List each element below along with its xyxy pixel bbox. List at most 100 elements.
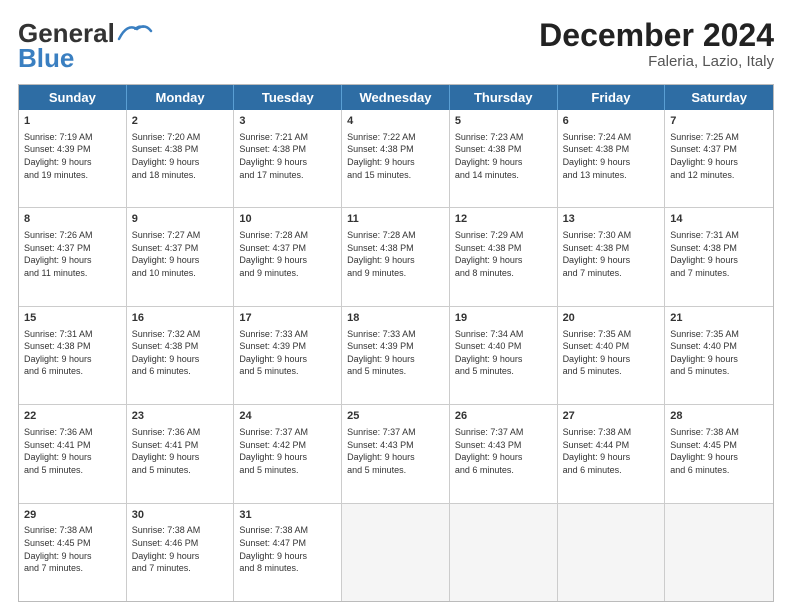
day-number: 2 xyxy=(132,114,229,129)
day-number: 26 xyxy=(455,409,552,424)
logo: General Blue xyxy=(18,18,153,74)
calendar-cell: 22 Sunrise: 7:36 AMSunset: 4:41 PMDayligh… xyxy=(19,405,127,502)
calendar-cell: 3 Sunrise: 7:21 AMSunset: 4:38 PMDaylight… xyxy=(234,110,342,207)
day-number: 3 xyxy=(239,114,336,129)
cell-text: Sunrise: 7:34 AMSunset: 4:40 PMDaylight:… xyxy=(455,328,552,378)
day-number: 1 xyxy=(24,114,121,129)
day-number: 12 xyxy=(455,212,552,227)
calendar-header-cell: Tuesday xyxy=(234,85,342,110)
calendar-cell xyxy=(558,504,666,601)
cell-text: Sunrise: 7:30 AMSunset: 4:38 PMDaylight:… xyxy=(563,229,660,279)
day-number: 20 xyxy=(563,311,660,326)
day-number: 17 xyxy=(239,311,336,326)
calendar-cell: 10Sunrise: 7:28 AMSunset: 4:37 PMDayligh… xyxy=(234,208,342,305)
calendar-cell: 19 Sunrise: 7:34 AMSunset: 4:40 PMDayligh… xyxy=(450,307,558,404)
page: General Blue December 2024 Faleria, Lazi… xyxy=(0,0,792,612)
calendar-header-cell: Sunday xyxy=(19,85,127,110)
cell-text: Sunrise: 7:19 AMSunset: 4:39 PMDaylight:… xyxy=(24,131,121,181)
calendar-body: 1 Sunrise: 7:19 AMSunset: 4:39 PMDaylight… xyxy=(19,110,773,601)
day-number: 21 xyxy=(670,311,768,326)
day-number: 10 xyxy=(239,212,336,227)
day-number: 18 xyxy=(347,311,444,326)
logo-blue: Blue xyxy=(18,43,74,74)
cell-text: Sunrise: 7:36 AMSunset: 4:41 PMDaylight:… xyxy=(24,426,121,476)
calendar-cell: 24 Sunrise: 7:37 AMSunset: 4:42 PMDayligh… xyxy=(234,405,342,502)
day-number: 25 xyxy=(347,409,444,424)
cell-text: Sunrise: 7:27 AMSunset: 4:37 PMDaylight:… xyxy=(132,229,229,279)
calendar-cell: 27 Sunrise: 7:38 AMSunset: 4:44 PMDayligh… xyxy=(558,405,666,502)
day-number: 14 xyxy=(670,212,768,227)
day-number: 19 xyxy=(455,311,552,326)
day-number: 4 xyxy=(347,114,444,129)
calendar-cell: 25 Sunrise: 7:37 AMSunset: 4:43 PMDayligh… xyxy=(342,405,450,502)
calendar-cell: 23Sunrise: 7:36 AMSunset: 4:41 PMDayligh… xyxy=(127,405,235,502)
logo-bird-icon xyxy=(117,21,153,43)
day-number: 6 xyxy=(563,114,660,129)
cell-text: Sunrise: 7:33 AMSunset: 4:39 PMDaylight:… xyxy=(239,328,336,378)
calendar: SundayMondayTuesdayWednesdayThursdayFrid… xyxy=(18,84,774,602)
day-number: 5 xyxy=(455,114,552,129)
calendar-row: 22 Sunrise: 7:36 AMSunset: 4:41 PMDayligh… xyxy=(19,405,773,503)
cell-text: Sunrise: 7:22 AMSunset: 4:38 PMDaylight:… xyxy=(347,131,444,181)
calendar-row: 1 Sunrise: 7:19 AMSunset: 4:39 PMDaylight… xyxy=(19,110,773,208)
calendar-cell: 11 Sunrise: 7:28 AMSunset: 4:38 PMDayligh… xyxy=(342,208,450,305)
calendar-cell: 31Sunrise: 7:38 AMSunset: 4:47 PMDayligh… xyxy=(234,504,342,601)
day-number: 11 xyxy=(347,212,444,227)
calendar-cell: 18 Sunrise: 7:33 AMSunset: 4:39 PMDayligh… xyxy=(342,307,450,404)
cell-text: Sunrise: 7:21 AMSunset: 4:38 PMDaylight:… xyxy=(239,131,336,181)
cell-text: Sunrise: 7:25 AMSunset: 4:37 PMDaylight:… xyxy=(670,131,768,181)
calendar-cell xyxy=(450,504,558,601)
day-number: 27 xyxy=(563,409,660,424)
cell-text: Sunrise: 7:35 AMSunset: 4:40 PMDaylight:… xyxy=(670,328,768,378)
cell-text: Sunrise: 7:33 AMSunset: 4:39 PMDaylight:… xyxy=(347,328,444,378)
cell-text: Sunrise: 7:38 AMSunset: 4:45 PMDaylight:… xyxy=(670,426,768,476)
calendar-cell: 12Sunrise: 7:29 AMSunset: 4:38 PMDayligh… xyxy=(450,208,558,305)
cell-text: Sunrise: 7:28 AMSunset: 4:38 PMDaylight:… xyxy=(347,229,444,279)
day-number: 8 xyxy=(24,212,121,227)
day-number: 7 xyxy=(670,114,768,129)
cell-text: Sunrise: 7:38 AMSunset: 4:44 PMDaylight:… xyxy=(563,426,660,476)
calendar-row: 29Sunrise: 7:38 AMSunset: 4:45 PMDayligh… xyxy=(19,504,773,601)
calendar-cell: 4 Sunrise: 7:22 AMSunset: 4:38 PMDaylight… xyxy=(342,110,450,207)
calendar-cell: 21 Sunrise: 7:35 AMSunset: 4:40 PMDayligh… xyxy=(665,307,773,404)
calendar-header-row: SundayMondayTuesdayWednesdayThursdayFrid… xyxy=(19,85,773,110)
calendar-cell: 28Sunrise: 7:38 AMSunset: 4:45 PMDayligh… xyxy=(665,405,773,502)
calendar-header-cell: Friday xyxy=(558,85,666,110)
cell-text: Sunrise: 7:37 AMSunset: 4:43 PMDaylight:… xyxy=(347,426,444,476)
calendar-cell: 2 Sunrise: 7:20 AMSunset: 4:38 PMDaylight… xyxy=(127,110,235,207)
calendar-row: 8Sunrise: 7:26 AMSunset: 4:37 PMDaylight… xyxy=(19,208,773,306)
cell-text: Sunrise: 7:32 AMSunset: 4:38 PMDaylight:… xyxy=(132,328,229,378)
cell-text: Sunrise: 7:38 AMSunset: 4:47 PMDaylight:… xyxy=(239,524,336,574)
cell-text: Sunrise: 7:37 AMSunset: 4:42 PMDaylight:… xyxy=(239,426,336,476)
calendar-cell: 20Sunrise: 7:35 AMSunset: 4:40 PMDayligh… xyxy=(558,307,666,404)
calendar-cell: 1 Sunrise: 7:19 AMSunset: 4:39 PMDaylight… xyxy=(19,110,127,207)
calendar-cell: 7 Sunrise: 7:25 AMSunset: 4:37 PMDaylight… xyxy=(665,110,773,207)
calendar-cell: 30Sunrise: 7:38 AMSunset: 4:46 PMDayligh… xyxy=(127,504,235,601)
day-number: 22 xyxy=(24,409,121,424)
calendar-cell: 5 Sunrise: 7:23 AMSunset: 4:38 PMDaylight… xyxy=(450,110,558,207)
cell-text: Sunrise: 7:23 AMSunset: 4:38 PMDaylight:… xyxy=(455,131,552,181)
cell-text: Sunrise: 7:37 AMSunset: 4:43 PMDaylight:… xyxy=(455,426,552,476)
day-number: 23 xyxy=(132,409,229,424)
cell-text: Sunrise: 7:31 AMSunset: 4:38 PMDaylight:… xyxy=(24,328,121,378)
day-number: 15 xyxy=(24,311,121,326)
day-number: 9 xyxy=(132,212,229,227)
calendar-cell: 9 Sunrise: 7:27 AMSunset: 4:37 PMDaylight… xyxy=(127,208,235,305)
location-subtitle: Faleria, Lazio, Italy xyxy=(539,53,774,70)
day-number: 24 xyxy=(239,409,336,424)
calendar-header-cell: Saturday xyxy=(665,85,773,110)
cell-text: Sunrise: 7:24 AMSunset: 4:38 PMDaylight:… xyxy=(563,131,660,181)
day-number: 31 xyxy=(239,508,336,523)
calendar-cell: 17 Sunrise: 7:33 AMSunset: 4:39 PMDayligh… xyxy=(234,307,342,404)
header: General Blue December 2024 Faleria, Lazi… xyxy=(18,18,774,74)
calendar-cell: 15 Sunrise: 7:31 AMSunset: 4:38 PMDayligh… xyxy=(19,307,127,404)
calendar-header-cell: Wednesday xyxy=(342,85,450,110)
calendar-cell: 13Sunrise: 7:30 AMSunset: 4:38 PMDayligh… xyxy=(558,208,666,305)
cell-text: Sunrise: 7:38 AMSunset: 4:46 PMDaylight:… xyxy=(132,524,229,574)
calendar-cell: 8Sunrise: 7:26 AMSunset: 4:37 PMDaylight… xyxy=(19,208,127,305)
cell-text: Sunrise: 7:20 AMSunset: 4:38 PMDaylight:… xyxy=(132,131,229,181)
calendar-cell xyxy=(665,504,773,601)
calendar-cell: 29Sunrise: 7:38 AMSunset: 4:45 PMDayligh… xyxy=(19,504,127,601)
calendar-cell: 26 Sunrise: 7:37 AMSunset: 4:43 PMDayligh… xyxy=(450,405,558,502)
title-block: December 2024 Faleria, Lazio, Italy xyxy=(539,18,774,70)
